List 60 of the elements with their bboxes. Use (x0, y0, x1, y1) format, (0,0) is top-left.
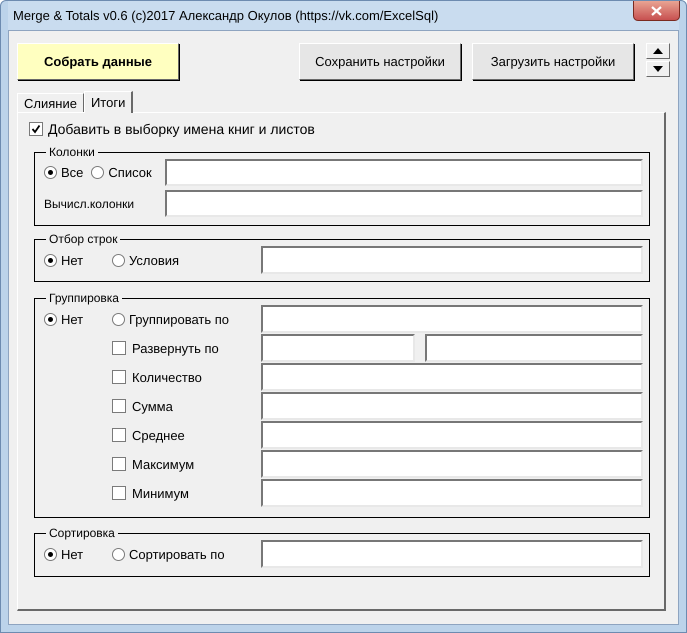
checkbox[interactable] (112, 457, 126, 471)
checkbox[interactable] (112, 486, 126, 500)
radio-circle[interactable] (44, 548, 57, 560)
input-field[interactable] (261, 305, 643, 333)
radio-circle[interactable] (112, 312, 125, 326)
radio-button[interactable]: Группировать по (112, 312, 261, 326)
checkbox[interactable] (29, 122, 43, 136)
check-icon (31, 124, 41, 134)
checkbox[interactable] (112, 428, 126, 442)
checkbox[interactable] (112, 370, 126, 384)
input-field[interactable] (261, 246, 643, 274)
radio-circle[interactable] (44, 312, 57, 326)
collect-button[interactable]: Собрать данные (17, 43, 179, 80)
checkbox-option[interactable]: Количество (112, 370, 261, 384)
field-label: Вычисл.колонки (44, 196, 136, 210)
radio-circle[interactable] (112, 548, 125, 560)
close-icon (651, 6, 662, 16)
radio-button[interactable]: Нет (44, 312, 112, 326)
input-field[interactable] (261, 421, 643, 449)
checkbox-option[interactable]: Максимум (112, 456, 261, 472)
checkbox-option[interactable]: Развернуть по (112, 340, 261, 356)
input-field[interactable] (261, 479, 643, 507)
checkbox-label: Добавить в выборку имена книг и листов (48, 121, 315, 137)
radio-button[interactable]: Нет (44, 252, 112, 268)
tab[interactable]: Итоги (84, 91, 134, 113)
down-arrow-icon (653, 66, 663, 72)
input-field[interactable] (165, 190, 643, 217)
close-button[interactable] (633, 1, 680, 21)
group-title: Колонки (48, 145, 96, 159)
checkbox[interactable] (112, 399, 126, 413)
input-field[interactable] (261, 334, 415, 362)
radio-circle[interactable] (44, 166, 57, 179)
save-button[interactable]: Сохранить настройки (299, 43, 461, 80)
radio-button[interactable]: Сортировать по (112, 546, 261, 562)
group-title: Группировка (48, 291, 120, 305)
input-field[interactable] (261, 540, 643, 568)
input-field[interactable] (425, 334, 643, 362)
radio-button[interactable]: Условия (112, 252, 261, 268)
up-arrow-icon (653, 48, 663, 54)
radio-button[interactable]: Нет (44, 546, 112, 562)
group-title: Отбор строк (48, 232, 118, 246)
checkbox[interactable] (112, 341, 126, 355)
radio-circle[interactable] (91, 166, 104, 179)
radio-button[interactable]: Список (91, 165, 152, 180)
input-field[interactable] (261, 363, 643, 391)
checkbox-option[interactable]: Минимум (112, 486, 261, 500)
checkbox-option[interactable]: Среднее (112, 428, 261, 442)
radio-circle[interactable] (112, 254, 125, 266)
checkbox-option[interactable]: Сумма (112, 398, 261, 414)
group-title: Сортировка (48, 526, 116, 540)
window-title: Merge & Totals v0.6 (c)2017 Александр Окулов (https://vk.com/ExcelSql) (13, 8, 438, 23)
radio-circle[interactable] (44, 254, 57, 266)
spin-up-button[interactable] (646, 43, 670, 59)
radio-button[interactable]: Все (44, 165, 84, 180)
load-button[interactable]: Загрузить настройки (472, 43, 634, 80)
input-field[interactable] (261, 450, 643, 478)
tab[interactable]: Слияние (17, 93, 84, 112)
input-field[interactable] (165, 159, 643, 186)
spin-down-button[interactable] (646, 61, 670, 77)
input-field[interactable] (261, 392, 643, 420)
